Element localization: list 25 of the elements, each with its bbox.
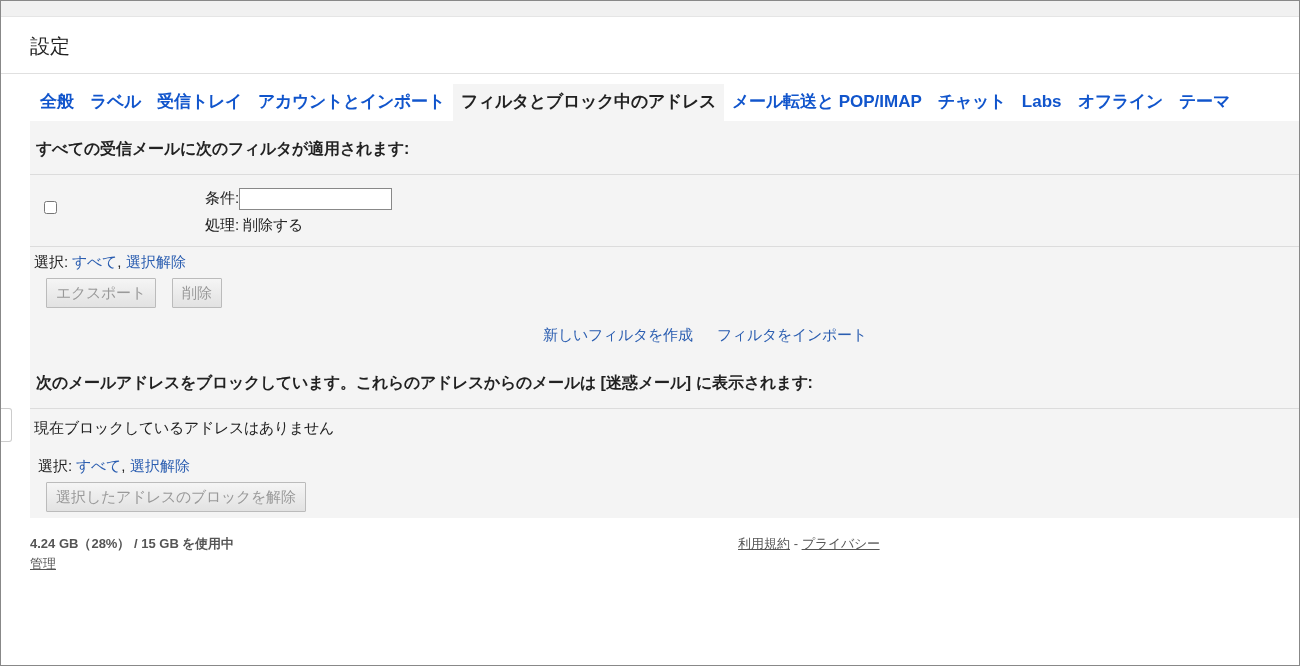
condition-field[interactable] (239, 187, 393, 210)
select-label: 選択: (38, 457, 73, 475)
filter-link[interactable]: フィルタをインポート (716, 324, 867, 347)
filter-checkbox[interactable] (44, 200, 57, 214)
section-heading: 次のメールアドレスをブロックしています。これらのアドレスからのメールは [迷惑メール] に表示されます: (35, 372, 814, 393)
select-all-link[interactable]: すべて (76, 457, 122, 475)
manage-link[interactable]: 管理 (30, 555, 56, 571)
select-label: 選択: (34, 253, 69, 271)
condition-label: 条件: (205, 188, 240, 206)
filter-action: 処理: 削除する (205, 214, 305, 235)
separator-text: - (793, 536, 798, 552)
privacy-link[interactable]: プライバシー (801, 536, 880, 552)
filter-link[interactable]: 新しいフィルタを作成 (542, 324, 693, 347)
page-title: 設定 (30, 35, 70, 57)
separator-text: , (117, 253, 122, 271)
separator-text: , (121, 457, 126, 475)
settings-tab[interactable]: フィルタとブロック中のアドレス (453, 84, 724, 121)
side-panel-edge (1, 408, 12, 442)
select-none-link[interactable]: 選択解除 (125, 253, 186, 271)
select-none-link[interactable]: 選択解除 (129, 457, 190, 475)
select-all-link[interactable]: すべて (72, 253, 118, 271)
section-heading: すべての受信メールに次のフィルタが適用されます: (35, 138, 411, 159)
terms-link[interactable]: 利用規約 (738, 536, 790, 552)
storage-usage: 4.24 GB（28%） / 15 GB を使用中 (30, 535, 236, 554)
empty-message: 現在ブロックしているアドレスはありません (33, 417, 335, 438)
